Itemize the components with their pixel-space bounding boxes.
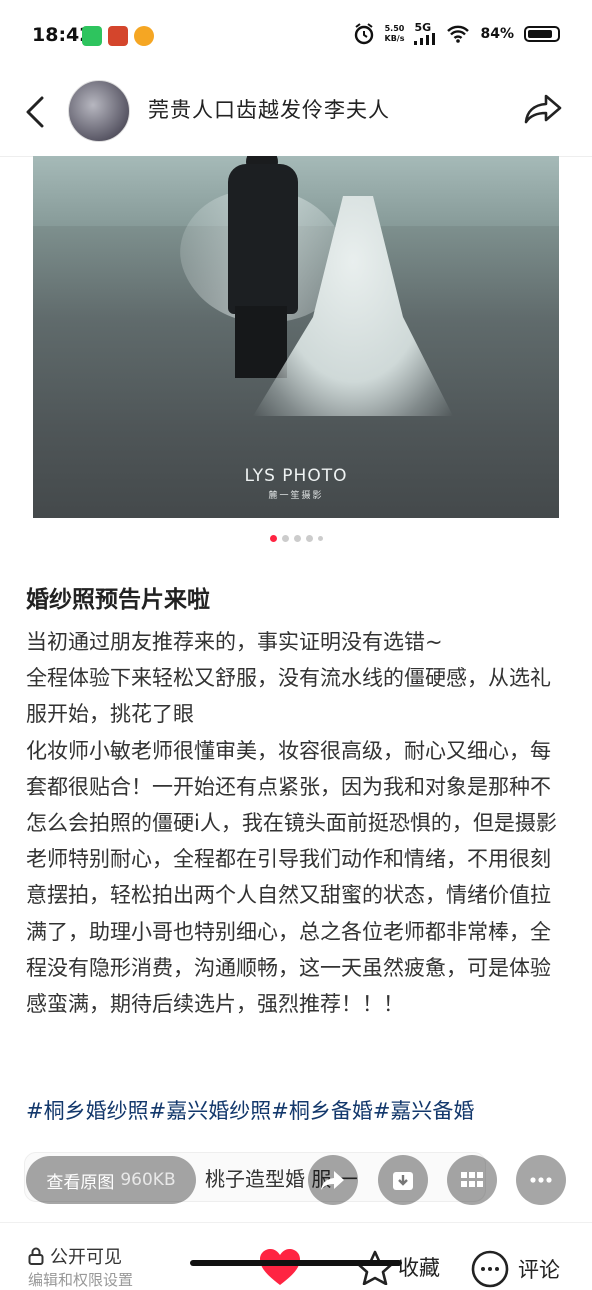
carousel-dot (317, 536, 323, 541)
carousel-dot (269, 535, 277, 542)
post-header: 莞贵人口齿越发伶李夫人 (0, 72, 592, 157)
post-tags: #桐乡婚纱照#嘉兴婚纱照#桐乡备婚#嘉兴备婚 (26, 1095, 474, 1125)
network-speed: 5.50 KB/s (384, 23, 405, 43)
photo-groom-legs (235, 306, 287, 378)
download-icon (393, 1172, 413, 1190)
view-original-size: 960KB (120, 1170, 176, 1190)
collect-label: 收藏 (398, 1256, 440, 1280)
battery-fill (528, 29, 552, 38)
app-icon-weibo (134, 26, 154, 46)
forward-button[interactable] (308, 1155, 358, 1205)
visibility-label: 公开可见 (50, 1247, 122, 1268)
carousel-indicator (0, 535, 592, 542)
alarm-icon (354, 22, 373, 44)
wifi-icon (447, 25, 470, 43)
grid-icon (461, 1172, 483, 1187)
status-icons: 5.50 KB/s 5G 84% (353, 22, 560, 45)
watermark-sub: 麓一笙摄影 (268, 491, 324, 501)
status-bar: 18:42 5.50 KB/s 5G 84% (0, 0, 592, 72)
watermark-main: LYS PHOTO (244, 466, 348, 486)
visibility-setting[interactable]: 公开可见 (28, 1243, 122, 1269)
hashtag-link[interactable]: #嘉兴备婚 (373, 1099, 475, 1123)
network-type: 5G (414, 22, 436, 45)
signal-icon (414, 33, 436, 45)
share-icon[interactable] (524, 88, 564, 128)
author-avatar[interactable] (68, 80, 130, 142)
back-icon[interactable] (22, 92, 50, 132)
share-icon (321, 1171, 344, 1190)
bottom-bar: 公开可见 编辑和权限设置 收藏 评论 (0, 1222, 592, 1289)
post-photo[interactable]: LYS PHOTO 麓一笙摄影 (33, 156, 559, 518)
comment-button[interactable]: 评论 (470, 1249, 560, 1289)
battery-percent: 84% (480, 25, 514, 42)
download-button[interactable] (378, 1155, 428, 1205)
post-title: 婚纱照预告片来啦 (26, 587, 210, 613)
app-icon-iqiyi (82, 26, 102, 46)
like-icon[interactable] (258, 1247, 302, 1287)
author-name[interactable]: 莞贵人口齿越发伶李夫人 (148, 94, 390, 124)
hashtag-link[interactable]: #桐乡备婚 (271, 1099, 373, 1123)
photo-watermark: LYS PHOTO 麓一笙摄影 (33, 466, 559, 501)
more-icon (530, 1177, 552, 1183)
hashtag-link[interactable]: #桐乡婚纱照 (26, 1099, 149, 1123)
post-paragraph: 全程体验下来轻松又舒服，没有流水线的僵硬感，从选礼服开始，挑花了眼 (26, 666, 551, 727)
carousel-dot (305, 535, 313, 542)
hashtag-link[interactable]: #嘉兴婚纱照 (149, 1099, 272, 1123)
battery-icon (524, 25, 560, 42)
carousel-dot (281, 535, 289, 542)
post-paragraph: 化妆师小敏老师很懂审美，妆容很高级，耐心又细心，每套都很贴合！一开始还有点紧张，… (26, 738, 557, 1017)
grid-button[interactable] (447, 1155, 497, 1205)
photo-groom (228, 164, 298, 314)
post-paragraph: 当初通过朋友推荐来的，事实证明没有选错~ (26, 630, 443, 654)
app-icon-game (108, 26, 128, 46)
view-original-label: 查看原图 (46, 1172, 115, 1193)
more-button[interactable] (516, 1155, 566, 1205)
lock-icon (28, 1247, 44, 1265)
view-original-button[interactable]: 查看原图 960KB (26, 1156, 196, 1204)
comment-icon (471, 1250, 509, 1288)
carousel-dot (293, 535, 301, 542)
post-body: 当初通过朋友推荐来的，事实证明没有选错~ 全程体验下来轻松又舒服，没有流水线的僵… (26, 624, 566, 1022)
home-indicator (190, 1260, 402, 1266)
